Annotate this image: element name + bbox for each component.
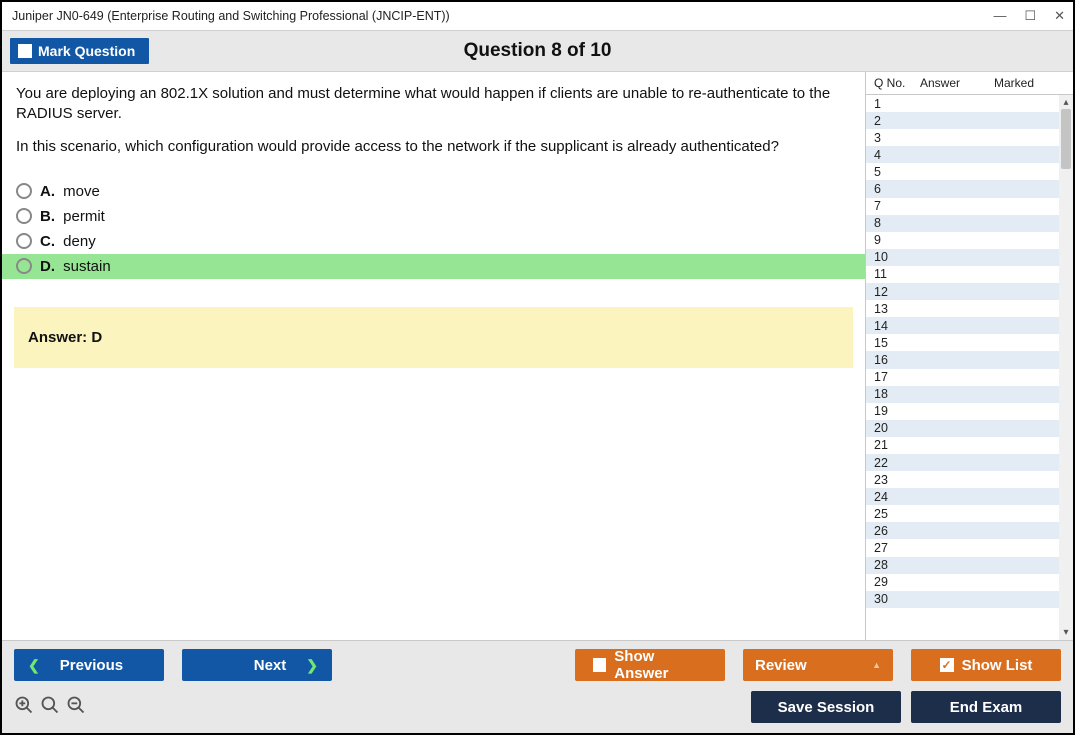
show-list-label: Show List [962, 657, 1033, 674]
scrollbar[interactable]: ▴ ▾ [1059, 95, 1073, 640]
question-row[interactable]: 8 [866, 215, 1059, 232]
question-row[interactable]: 27 [866, 539, 1059, 556]
radio-icon [16, 233, 32, 249]
question-row[interactable]: 13 [866, 300, 1059, 317]
question-row[interactable]: 22 [866, 454, 1059, 471]
window-title: Juniper JN0-649 (Enterprise Routing and … [12, 9, 450, 23]
question-row[interactable]: 2 [866, 112, 1059, 129]
question-row[interactable]: 16 [866, 351, 1059, 368]
close-icon[interactable]: ✕ [1054, 8, 1065, 24]
question-row[interactable]: 25 [866, 505, 1059, 522]
col-marked: Marked [994, 76, 1067, 90]
main-panel: You are deploying an 802.1X solution and… [2, 72, 865, 640]
minimize-icon[interactable]: — [993, 8, 1006, 24]
choice-label: B. permit [40, 208, 105, 225]
question-row[interactable]: 30 [866, 591, 1059, 608]
question-row[interactable]: 14 [866, 317, 1059, 334]
footer-row-1: ❮ Previous Next ❯ Show Answer Review ▲ ✓… [14, 649, 1061, 681]
checkbox-icon [18, 44, 32, 58]
question-row[interactable]: 28 [866, 557, 1059, 574]
zoom-out-icon[interactable] [66, 695, 86, 720]
previous-button[interactable]: ❮ Previous [14, 649, 164, 681]
zoom-reset-icon[interactable] [40, 695, 60, 720]
choice-label: A. move [40, 183, 100, 200]
zoom-in-icon[interactable] [14, 695, 34, 720]
question-text: You are deploying an 802.1X solution and… [2, 72, 865, 173]
col-answer: Answer [920, 76, 994, 90]
question-row[interactable]: 15 [866, 334, 1059, 351]
chevron-right-icon: ❯ [306, 657, 318, 674]
show-answer-button[interactable]: Show Answer [575, 649, 725, 681]
maximize-icon[interactable]: ☐ [1024, 8, 1036, 24]
question-row[interactable]: 6 [866, 180, 1059, 197]
answer-label: Answer: D [28, 329, 102, 346]
choices-list: A. move B. permit C. deny D. sustain [2, 173, 865, 279]
save-session-button[interactable]: Save Session [751, 691, 901, 723]
question-row[interactable]: 29 [866, 574, 1059, 591]
save-session-label: Save Session [778, 699, 875, 716]
question-row[interactable]: 11 [866, 266, 1059, 283]
radio-icon [16, 258, 32, 274]
choice-b[interactable]: B. permit [2, 204, 865, 229]
next-button[interactable]: Next ❯ [182, 649, 332, 681]
scroll-down-icon[interactable]: ▾ [1063, 627, 1068, 638]
previous-label: Previous [60, 657, 123, 674]
question-paragraph-1: You are deploying an 802.1X solution and… [16, 84, 851, 125]
col-qno: Q No. [874, 76, 920, 90]
window-controls: — ☐ ✕ [993, 8, 1065, 24]
question-row[interactable]: 17 [866, 369, 1059, 386]
question-list-header: Q No. Answer Marked [866, 72, 1073, 95]
checkbox-icon: ✓ [940, 658, 954, 672]
show-list-button[interactable]: ✓ Show List [911, 649, 1061, 681]
review-label: Review [755, 657, 807, 674]
next-label: Next [254, 657, 287, 674]
question-list-panel: Q No. Answer Marked 12345678910111213141… [865, 72, 1073, 640]
question-row[interactable]: 20 [866, 420, 1059, 437]
question-counter: Question 8 of 10 [2, 40, 1073, 62]
question-row[interactable]: 10 [866, 249, 1059, 266]
app-window: Juniper JN0-649 (Enterprise Routing and … [0, 0, 1075, 735]
question-row[interactable]: 24 [866, 488, 1059, 505]
answer-box: Answer: D [14, 307, 853, 368]
choice-label: C. deny [40, 233, 96, 250]
chevron-down-icon: ▲ [872, 660, 881, 670]
question-row[interactable]: 9 [866, 232, 1059, 249]
question-row[interactable]: 1 [866, 95, 1059, 112]
question-row[interactable]: 7 [866, 198, 1059, 215]
scroll-up-icon[interactable]: ▴ [1063, 97, 1068, 108]
end-exam-button[interactable]: End Exam [911, 691, 1061, 723]
choice-c[interactable]: C. deny [2, 229, 865, 254]
scroll-thumb[interactable] [1061, 109, 1071, 169]
question-list-rows: 1234567891011121314151617181920212223242… [866, 95, 1073, 640]
question-row[interactable]: 12 [866, 283, 1059, 300]
question-row[interactable]: 3 [866, 129, 1059, 146]
question-paragraph-2: In this scenario, which configuration wo… [16, 137, 851, 157]
choice-label: D. sustain [40, 258, 111, 275]
mark-question-button[interactable]: Mark Question [10, 38, 149, 64]
question-row[interactable]: 21 [866, 437, 1059, 454]
question-row[interactable]: 5 [866, 163, 1059, 180]
question-row[interactable]: 4 [866, 146, 1059, 163]
show-answer-label: Show Answer [614, 648, 707, 682]
footer-row-2: Save Session End Exam [14, 691, 1061, 723]
chevron-left-icon: ❮ [28, 657, 40, 674]
question-row[interactable]: 19 [866, 403, 1059, 420]
checkbox-icon [593, 658, 606, 672]
title-bar: Juniper JN0-649 (Enterprise Routing and … [2, 2, 1073, 30]
zoom-controls [14, 695, 86, 720]
review-button[interactable]: Review ▲ [743, 649, 893, 681]
question-row[interactable]: 23 [866, 471, 1059, 488]
question-row[interactable]: 26 [866, 522, 1059, 539]
radio-icon [16, 183, 32, 199]
question-header: Mark Question Question 8 of 10 [2, 30, 1073, 72]
radio-icon [16, 208, 32, 224]
choice-a[interactable]: A. move [2, 179, 865, 204]
question-row[interactable]: 18 [866, 386, 1059, 403]
choice-d[interactable]: D. sustain [2, 254, 865, 279]
mark-question-label: Mark Question [38, 43, 135, 59]
footer: ❮ Previous Next ❯ Show Answer Review ▲ ✓… [2, 640, 1073, 733]
end-exam-label: End Exam [950, 699, 1023, 716]
body: You are deploying an 802.1X solution and… [2, 72, 1073, 640]
